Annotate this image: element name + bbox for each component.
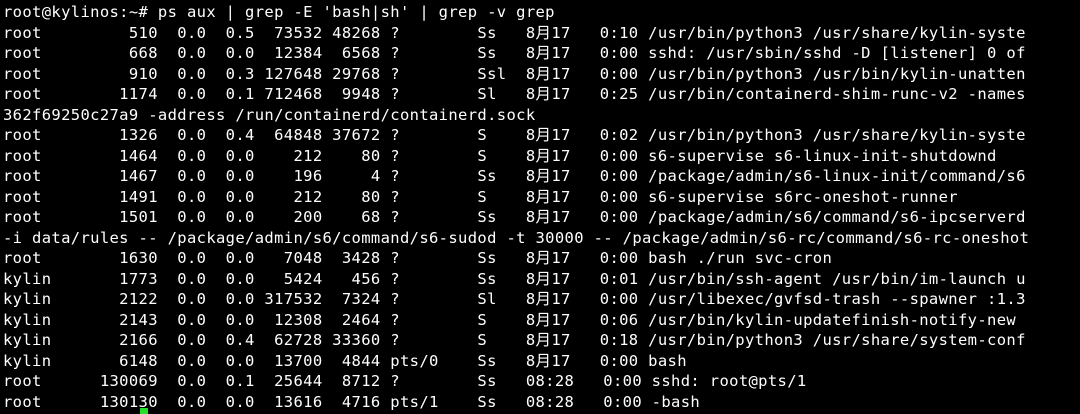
process-line: root 1174 0.0 0.1 712468 9948 ? Sl 8月17 … [3,85,1026,103]
process-line: root 910 0.0 0.3 127648 29768 ? Ssl 8月17… [3,64,1026,83]
process-line: root 1630 0.0 0.0 7048 3428 ? Ss 8月17 0:… [3,249,833,267]
process-line: root 510 0.0 0.5 73532 48268 ? Ss 8月17 0… [3,23,1026,42]
terminal-prompt-line: root@kylinos:~# ps aux | grep -E 'bash|s… [3,3,555,21]
process-line: root 1491 0.0 0.0 212 80 ? S 8月17 0:00 s… [3,187,958,206]
process-line: root 1464 0.0 0.0 212 80 ? S 8月17 0:00 s… [3,146,997,165]
process-line: root 668 0.0 0.0 12384 6568 ? Ss 8月17 0:… [3,44,1026,62]
process-line: root 130069 0.0 0.1 25644 8712 ? Ss 08:2… [3,372,807,390]
process-line-continuation: 362f69250c27a9 -address /run/containerd/… [3,105,536,124]
process-line: root 1501 0.0 0.0 200 68 ? Ss 8月17 0:00 … [3,208,1026,226]
process-line: kylin 2143 0.0 0.0 12308 2464 ? S 8月17 0… [3,310,1017,329]
process-line-continuation: -i data/rules -- /package/admin/s6/comma… [3,228,1030,247]
process-line: kylin 2166 0.0 0.4 62728 33360 ? S 8月17 … [3,331,1026,349]
process-line: root 1467 0.0 0.0 196 4 ? Ss 8月17 0:00 /… [3,167,1026,185]
process-line: root 1326 0.0 0.4 64848 37672 ? S 8月17 0… [3,126,1026,144]
terminal-cursor [140,408,148,414]
terminal-window[interactable]: root@kylinos:~# ps aux | grep -E 'bash|s… [0,0,1080,414]
process-line: root 130130 0.0 0.0 13616 4716 pts/1 Ss … [3,392,701,411]
process-line: kylin 1773 0.0 0.0 5424 456 ? Ss 8月17 0:… [3,269,1026,288]
process-line: kylin 6148 0.0 0.0 13700 4844 pts/0 Ss 8… [3,351,687,370]
process-line: kylin 2122 0.0 0.0 317532 7324 ? Sl 8月17… [3,290,1026,308]
